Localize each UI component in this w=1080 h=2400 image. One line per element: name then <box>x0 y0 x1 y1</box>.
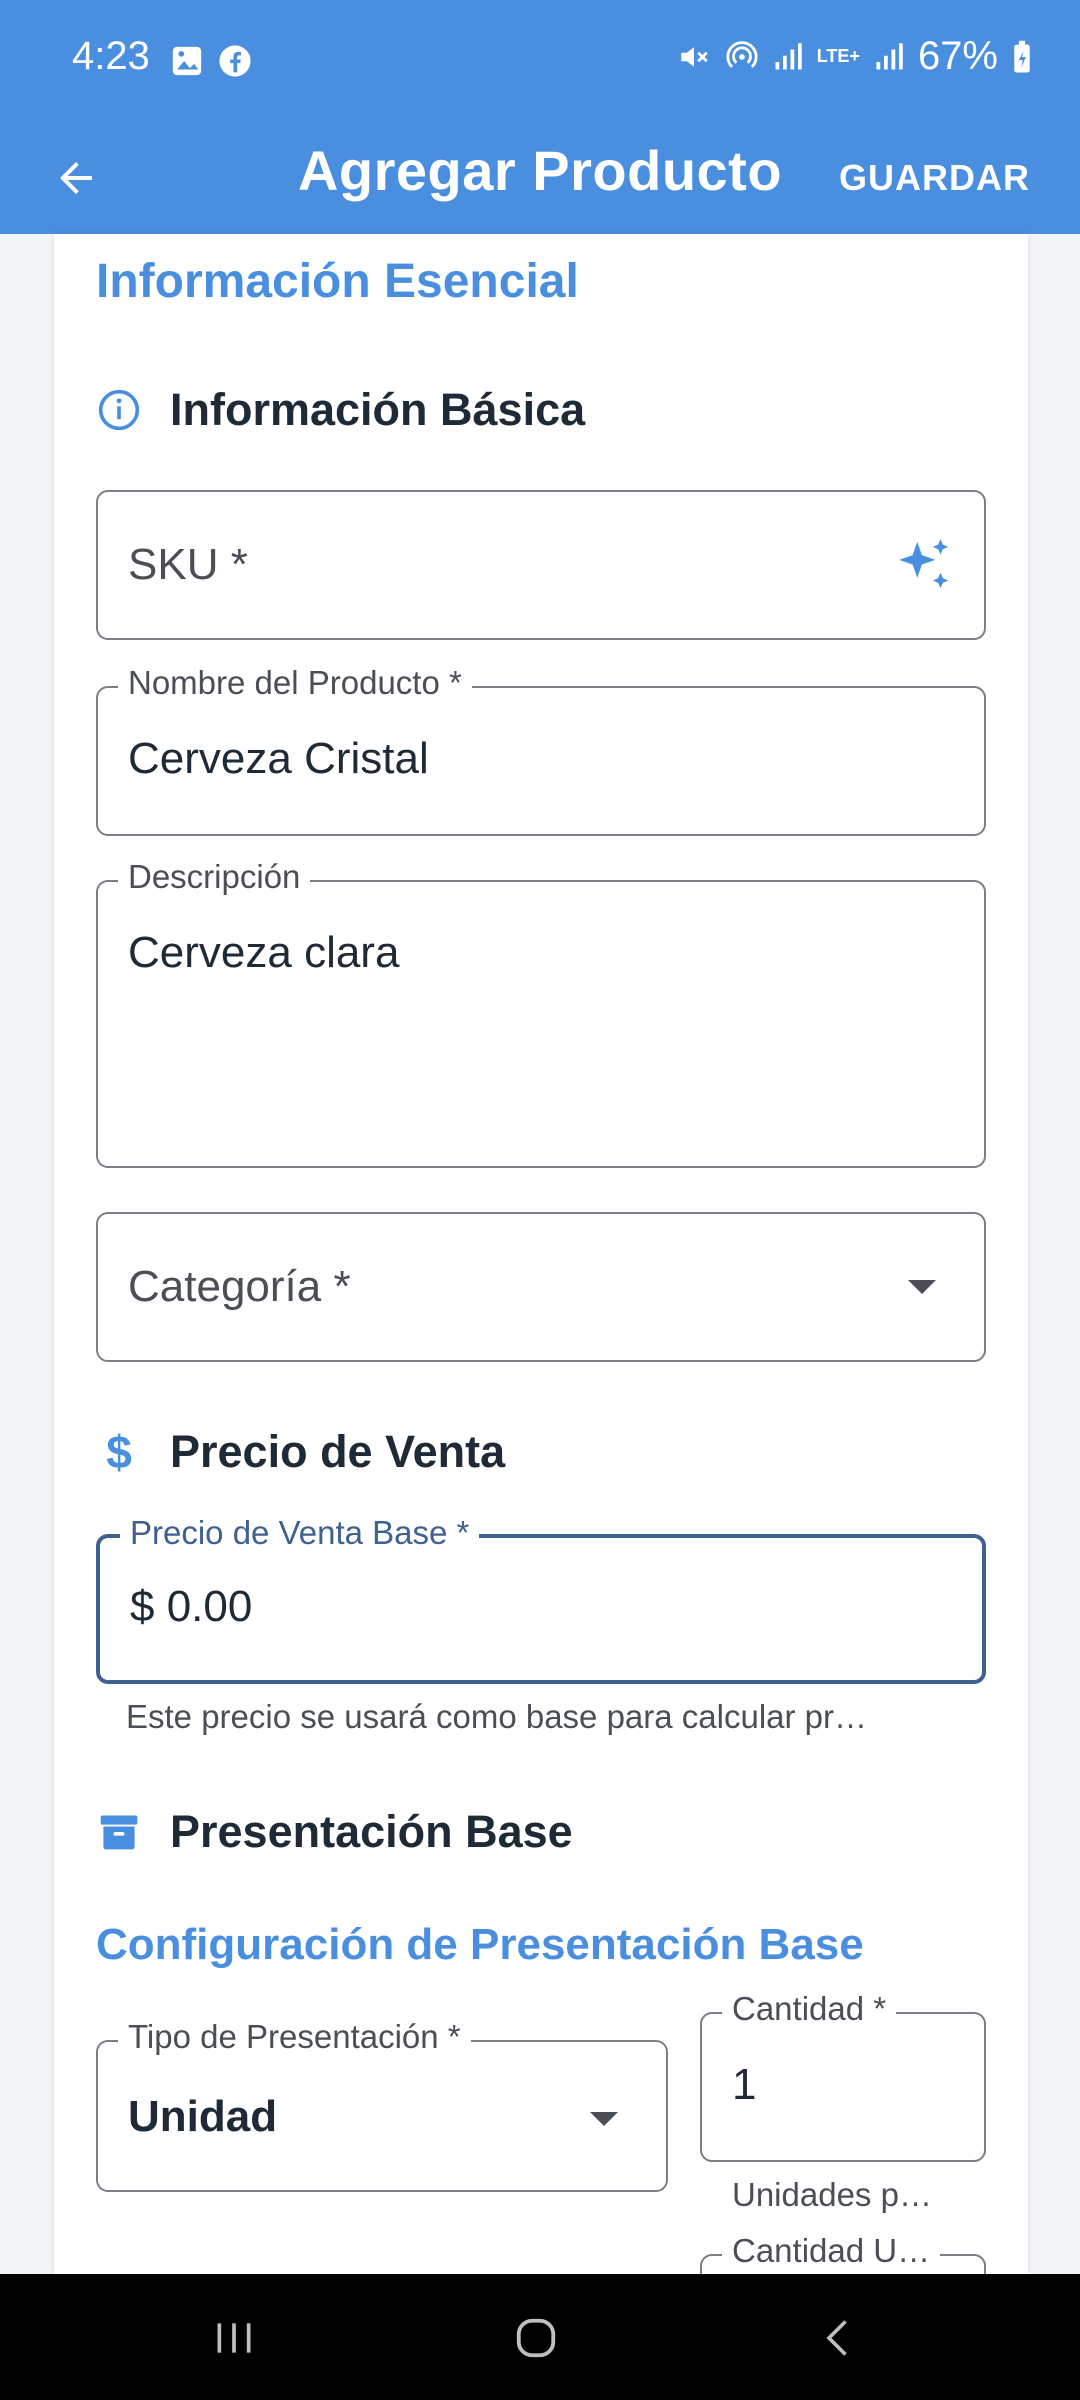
back-nav-button[interactable] <box>790 2298 890 2378</box>
base-price-helper: Este precio se usará como base para calc… <box>126 1698 868 1735</box>
presentation-type-select[interactable]: Tipo de Presentación * Unidad <box>96 2018 668 2192</box>
presentation-type-value: Unidad <box>128 2092 278 2141</box>
quantity-value: 1 <box>732 2060 757 2109</box>
save-button[interactable]: GUARDAR <box>819 142 1050 214</box>
quantity-label: Cantidad * <box>722 1990 897 2028</box>
system-nav-bar <box>0 2274 1080 2400</box>
presentation-heading-label: Presentación Base <box>170 1806 573 1857</box>
price-heading: $ Precio de Venta <box>96 1426 505 1478</box>
section-title: Información Esencial <box>96 255 579 308</box>
chevron-down-icon <box>590 2112 618 2126</box>
product-name-value: Cerveza Cristal <box>128 734 429 783</box>
description-value: Cerveza clara <box>128 928 400 977</box>
base-price-label: Precio de Venta Base * <box>120 1514 480 1552</box>
presentation-config-title: Configuración de Presentación Base <box>96 1920 864 1969</box>
status-bar: 4:23 LTE+ 67% <box>0 0 1080 122</box>
home-button[interactable] <box>486 2298 586 2378</box>
battery-icon <box>1014 40 1030 72</box>
recents-button[interactable] <box>184 2298 284 2378</box>
quantity-field[interactable]: Cantidad * 1 <box>700 1990 986 2162</box>
description-field[interactable]: Descripción Cerveza clara <box>96 858 986 1168</box>
info-circle-icon <box>96 387 142 433</box>
basic-info-label: Información Básica <box>170 384 586 435</box>
category-label: Categoría * <box>128 1262 351 1311</box>
network-type: LTE+ <box>816 46 860 66</box>
status-left-icons <box>170 44 252 78</box>
status-right: LTE+ 67% <box>677 34 1032 79</box>
category-select[interactable]: Categoría * <box>96 1212 986 1362</box>
status-time: 4:23 <box>72 34 150 78</box>
gallery-icon <box>172 46 202 76</box>
form-card: Información Esencial Información Básica … <box>54 234 1028 2274</box>
base-price-value: $ 0.00 <box>130 1582 253 1631</box>
back-nav-icon <box>826 2320 847 2356</box>
unit-quantity-label: Cantidad U… <box>722 2232 941 2270</box>
sku-field[interactable]: SKU * <box>96 490 986 640</box>
basic-info-heading: Información Básica <box>96 384 585 436</box>
chevron-down-icon <box>908 1280 936 1294</box>
home-icon <box>516 2318 556 2358</box>
description-label: Descripción <box>118 858 311 896</box>
battery-percent: 67% <box>917 34 998 78</box>
signal-icon-2 <box>876 42 903 69</box>
archive-box-icon <box>96 1809 142 1855</box>
dollar-icon: $ <box>106 1426 132 1478</box>
presentation-heading: Presentación Base <box>96 1806 573 1858</box>
app-bar: Agregar Producto GUARDAR <box>0 122 1080 234</box>
product-name-field[interactable]: Nombre del Producto * Cerveza Cristal <box>96 664 986 836</box>
signal-icon <box>775 42 802 69</box>
mute-icon <box>681 46 708 67</box>
price-heading-label: Precio de Venta <box>170 1426 506 1477</box>
base-price-field[interactable]: Precio de Venta Base * $ 0.00 <box>96 1514 986 1684</box>
presentation-type-label: Tipo de Presentación * <box>118 2018 471 2056</box>
product-name-label: Nombre del Producto * <box>118 664 472 702</box>
hotspot-icon <box>726 40 758 68</box>
sparkle-icon[interactable] <box>894 534 956 601</box>
quantity-helper: Unidades p… <box>732 2176 932 2213</box>
recents-icon <box>217 2323 251 2353</box>
unit-quantity-field[interactable]: Cantidad U… <box>700 2232 986 2274</box>
facebook-icon <box>219 45 251 77</box>
sku-label: SKU * <box>128 540 248 589</box>
